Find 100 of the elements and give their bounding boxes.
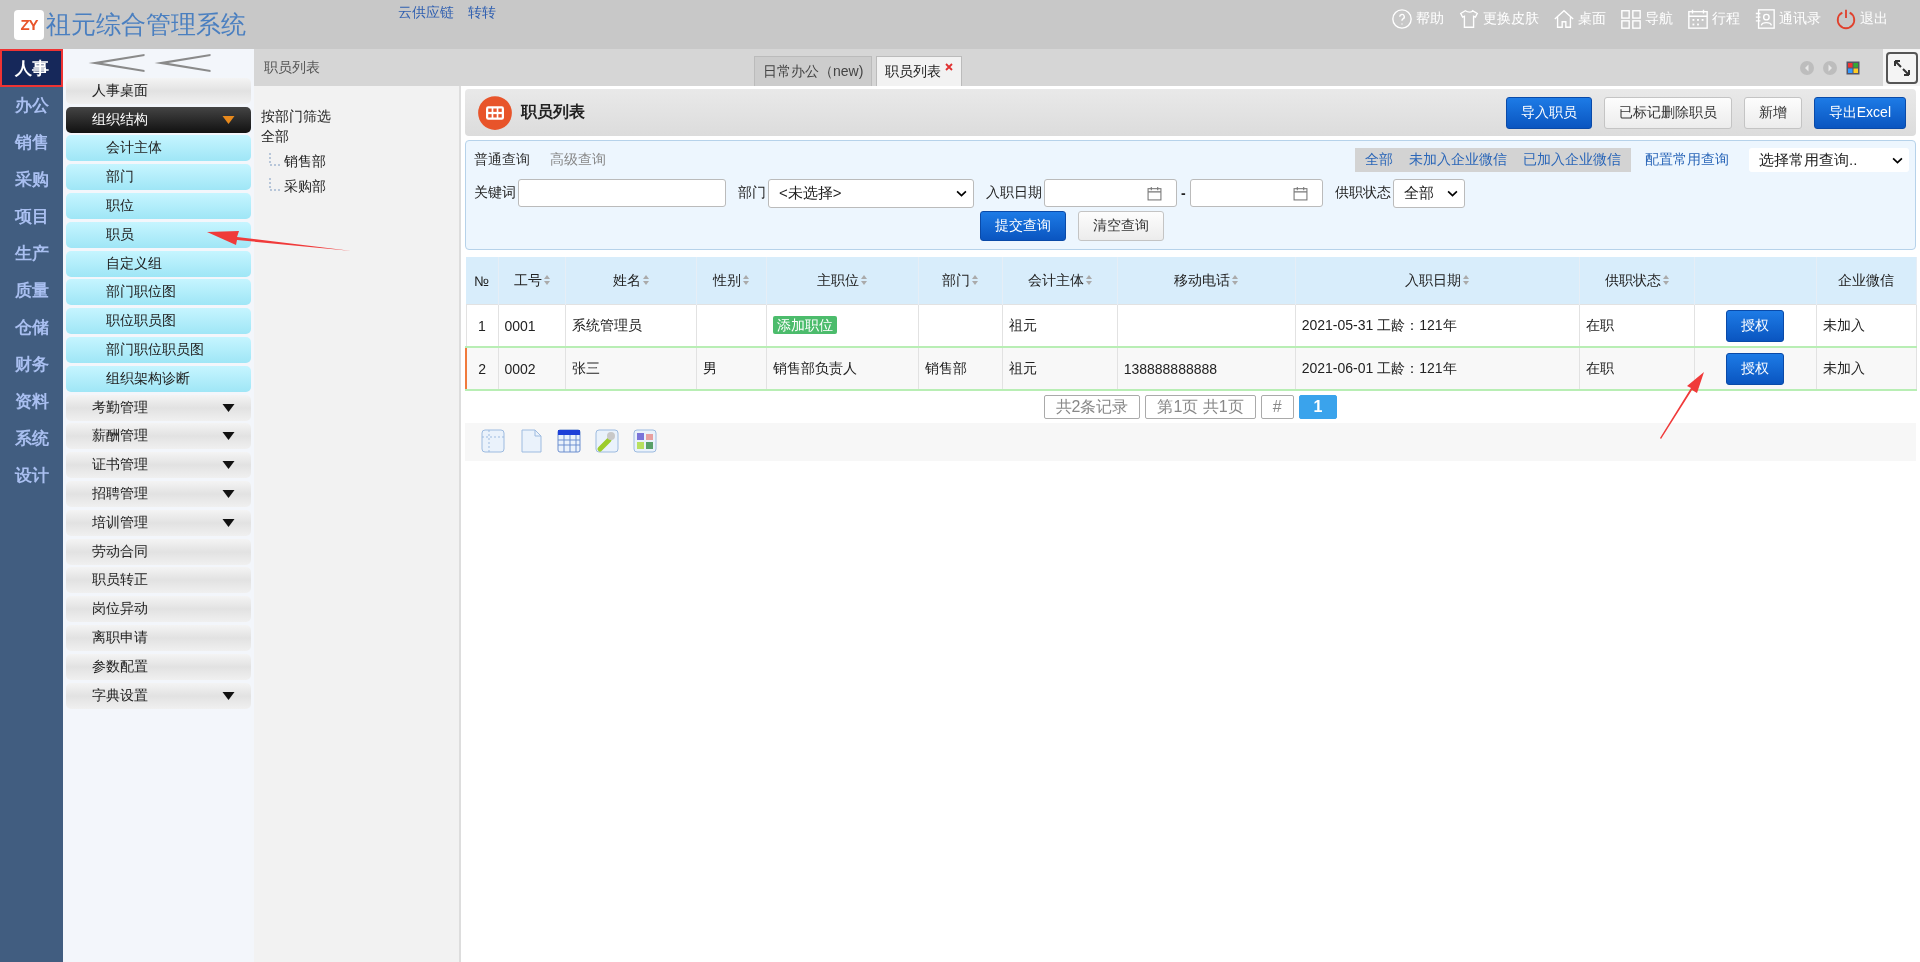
table-cell: 销售部 [918,347,1003,390]
date-field[interactable] [1189,179,1323,207]
query-tab[interactable]: 普通查询 [474,151,530,169]
sidebar-subitem[interactable]: 部门 [66,164,251,191]
top-link[interactable]: 云供应链 [398,4,454,22]
page-info[interactable]: 第1页 共1页 [1145,395,1256,419]
column-header: № [466,257,498,305]
module-tab[interactable]: 人事 [0,49,63,87]
tab[interactable]: 职员列表 [876,56,963,86]
module-tab[interactable]: 办公 [0,90,63,120]
module-tab[interactable]: 采购 [0,164,63,194]
sidebar-subitem[interactable]: 部门职位职员图 [66,336,251,363]
column-header[interactable]: 移动电话 [1117,257,1296,305]
sort-icon [642,274,649,285]
sidebar-group[interactable]: 字典设置 [66,682,251,709]
tree-node[interactable]: 采购部 [284,178,326,196]
sidebar-item[interactable]: 参数配置 [66,653,251,680]
record-count[interactable]: 共2条记录 [1043,395,1141,419]
column-header[interactable]: 入职日期 [1295,257,1580,305]
caret-icon [222,432,235,441]
sidebar-subitem[interactable]: 职员 [66,221,251,248]
action-button[interactable]: 导出Excel [1813,96,1906,129]
tree-node[interactable]: 全部 [261,128,289,146]
puzzle-icon[interactable] [633,429,657,453]
column-header[interactable]: 主职位 [766,257,919,305]
sidebar-subitem[interactable]: 职位职员图 [66,308,251,335]
config-link[interactable]: 配置常用查询 [1645,151,1729,169]
sidebar-item[interactable]: 劳动合同 [66,538,251,565]
column-header[interactable]: 性别 [696,257,767,305]
module-tab[interactable]: 质量 [0,275,63,305]
department-select[interactable]: <未选择> [768,178,974,208]
action-button[interactable]: 导入职员 [1505,96,1592,129]
module-tab[interactable]: 生产 [0,238,63,268]
document-icon[interactable] [519,429,543,453]
filter-link[interactable]: 未加入企业微信 [1409,151,1507,169]
contact-card-icon [1754,8,1776,30]
status-select[interactable]: 全部 [1392,178,1465,208]
module-tab[interactable]: 资料 [0,386,63,416]
sidebar-subitem[interactable]: 职位 [66,193,251,219]
column-header[interactable]: 姓名 [565,257,697,305]
sort-icon [1085,274,1092,285]
action-button[interactable]: 已标记删除职员 [1603,96,1732,129]
keyword-field[interactable] [518,179,726,207]
sidebar-group[interactable]: 培训管理 [66,509,251,536]
table-icon[interactable] [557,429,581,453]
column-header[interactable]: 供职状态 [1579,257,1695,305]
color-grid-icon[interactable] [1846,60,1860,75]
scroll-left-icon[interactable] [1800,60,1814,75]
sidebar-group[interactable]: 证书管理 [66,452,251,479]
sidebar-subitem[interactable]: 组织架构诊断 [66,365,251,392]
calendar-icon [1147,185,1162,201]
module-tab[interactable]: 销售 [0,127,63,157]
column-header[interactable]: 部门 [918,257,1003,305]
column-header[interactable]: 会计主体 [1002,257,1118,305]
column-header: 企业微信 [1816,257,1917,305]
sort-icon [543,274,550,285]
query-button[interactable]: 提交查询 [979,211,1066,241]
sidebar-group[interactable]: 考勤管理 [66,394,251,421]
page-jump-button[interactable]: # [1260,395,1294,419]
calendar-icon [1687,8,1709,30]
saved-query-select[interactable]: 选择常用查询.. [1749,148,1909,172]
sidebar-subitem[interactable]: 自定义组 [66,250,251,277]
chevron-down-icon [1892,156,1903,164]
action-button[interactable]: 新增 [1743,96,1802,129]
sidebar-item[interactable]: 离职申请 [66,624,251,651]
sidebar-subitem[interactable]: 部门职位图 [66,279,251,306]
sidebar-item[interactable]: 人事桌面 [66,77,251,104]
module-tab[interactable]: 财务 [0,349,63,379]
table-cell: 2 [466,347,498,390]
top-link[interactable]: 转转 [468,4,496,22]
date-field[interactable] [1044,179,1177,207]
module-tab[interactable]: 设计 [0,460,63,490]
sidebar-subitem[interactable]: 会计主体 [66,135,251,162]
authorize-button[interactable]: 授权 [1726,309,1785,342]
filter-link[interactable]: 已加入企业微信 [1523,151,1621,169]
filter-link[interactable]: 全部 [1365,151,1393,169]
authorize-button[interactable]: 授权 [1726,352,1785,385]
module-tab[interactable]: 系统 [0,423,63,453]
app-title: 祖元综合管理系统 [46,9,246,40]
table-row[interactable]: 2 0002 张三 男 销售部负责人 销售部 祖元 138888888888 2021-06-01 工龄：121年 在职 授权 未加入 [466,347,1917,390]
sidebar-group[interactable]: 组织结构 [66,106,251,133]
sidebar-group[interactable]: 薪酬管理 [66,423,251,450]
table-cell: 祖元 [1002,347,1118,390]
close-icon[interactable] [945,62,954,71]
table-layout-icon[interactable] [481,429,505,453]
tree-node[interactable]: 销售部 [284,153,326,171]
sidebar-item[interactable]: 职员转正 [66,567,251,594]
sidebar-group[interactable]: 招聘管理 [66,480,251,507]
fullscreen-button[interactable] [1883,49,1920,86]
scroll-right-icon[interactable] [1823,60,1837,75]
field-label: 关键词 [474,184,516,202]
query-button[interactable]: 清空查询 [1077,211,1164,241]
wrench-icon[interactable] [595,429,619,453]
module-tab[interactable]: 项目 [0,201,63,231]
sidebar-item[interactable]: 岗位异动 [66,596,251,623]
column-header[interactable]: 工号 [498,257,565,305]
tab[interactable]: 日常办公（new) [754,56,873,86]
module-tab[interactable]: 仓储 [0,312,63,342]
caret-icon [222,518,235,527]
range-separator: - [1181,185,1186,201]
